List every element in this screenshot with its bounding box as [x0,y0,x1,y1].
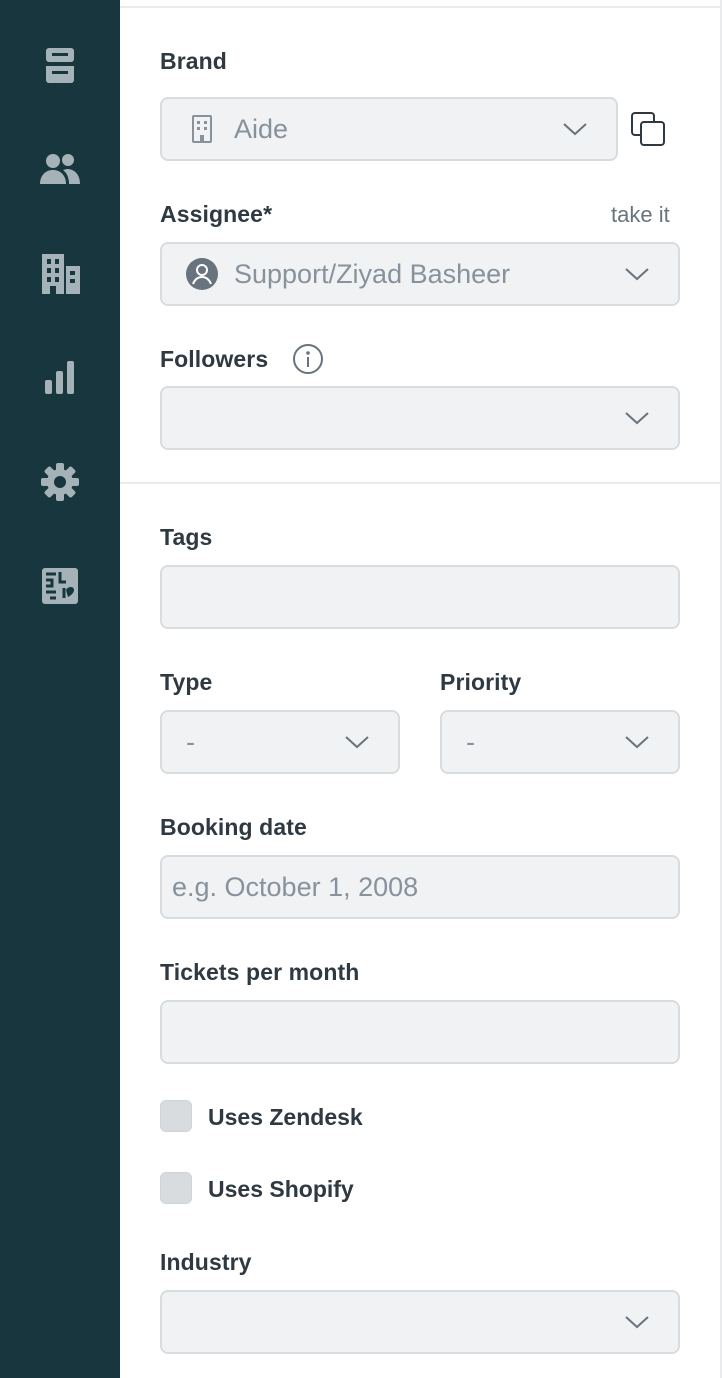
chevron-down-icon [563,123,587,136]
booking-date-placeholder: e.g. October 1, 2008 [172,871,419,902]
followers-select[interactable] [160,386,680,450]
inbox-icon[interactable] [30,36,90,96]
building-icon [192,115,212,143]
section-divider [120,482,722,484]
apps-icon[interactable] [30,556,90,616]
brand-value: Aide [234,113,289,144]
copy-icon[interactable] [630,111,666,147]
reporting-icon[interactable] [30,348,90,408]
settings-icon[interactable] [30,452,90,512]
top-divider [120,6,722,8]
priority-select[interactable]: - [440,710,680,774]
sidebar-nav [0,0,120,1378]
followers-label: Followers [160,346,269,372]
uses-zendesk-checkbox[interactable] [160,1100,192,1132]
chevron-down-icon [625,412,649,425]
industry-select[interactable] [160,1290,680,1354]
avatar-icon [186,258,218,290]
booking-date-input[interactable]: e.g. October 1, 2008 [160,855,680,919]
assignee-label: Assignee* [160,201,273,227]
booking-date-label: Booking date [160,814,307,840]
assignee-select[interactable]: Support/Ziyad Basheer [160,242,680,306]
priority-value: - [466,726,475,757]
tags-input[interactable] [160,565,680,629]
tickets-per-month-label: Tickets per month [160,959,360,985]
ticket-properties-panel: Brand Aide Assignee* take it Support/Ziy… [120,0,722,1378]
chevron-down-icon [625,268,649,281]
type-label: Type [160,669,213,695]
brand-label: Brand [160,48,227,74]
industry-label: Industry [160,1249,252,1275]
tags-label: Tags [160,524,213,550]
tickets-per-month-input[interactable] [160,1000,680,1064]
uses-shopify-label[interactable]: Uses Shopify [208,1176,354,1203]
uses-zendesk-label[interactable]: Uses Zendesk [208,1104,363,1131]
organizations-icon[interactable] [30,244,90,304]
type-value: - [186,726,195,757]
brand-select[interactable]: Aide [160,97,618,161]
chevron-down-icon [345,736,369,749]
info-icon[interactable] [292,343,324,375]
take-it-link[interactable]: take it [611,202,670,228]
chevron-down-icon [625,736,649,749]
users-icon[interactable] [30,140,90,200]
chevron-down-icon [625,1316,649,1329]
assignee-value: Support/Ziyad Basheer [234,258,511,289]
type-select[interactable]: - [160,710,400,774]
priority-label: Priority [440,669,522,695]
uses-shopify-checkbox[interactable] [160,1172,192,1204]
